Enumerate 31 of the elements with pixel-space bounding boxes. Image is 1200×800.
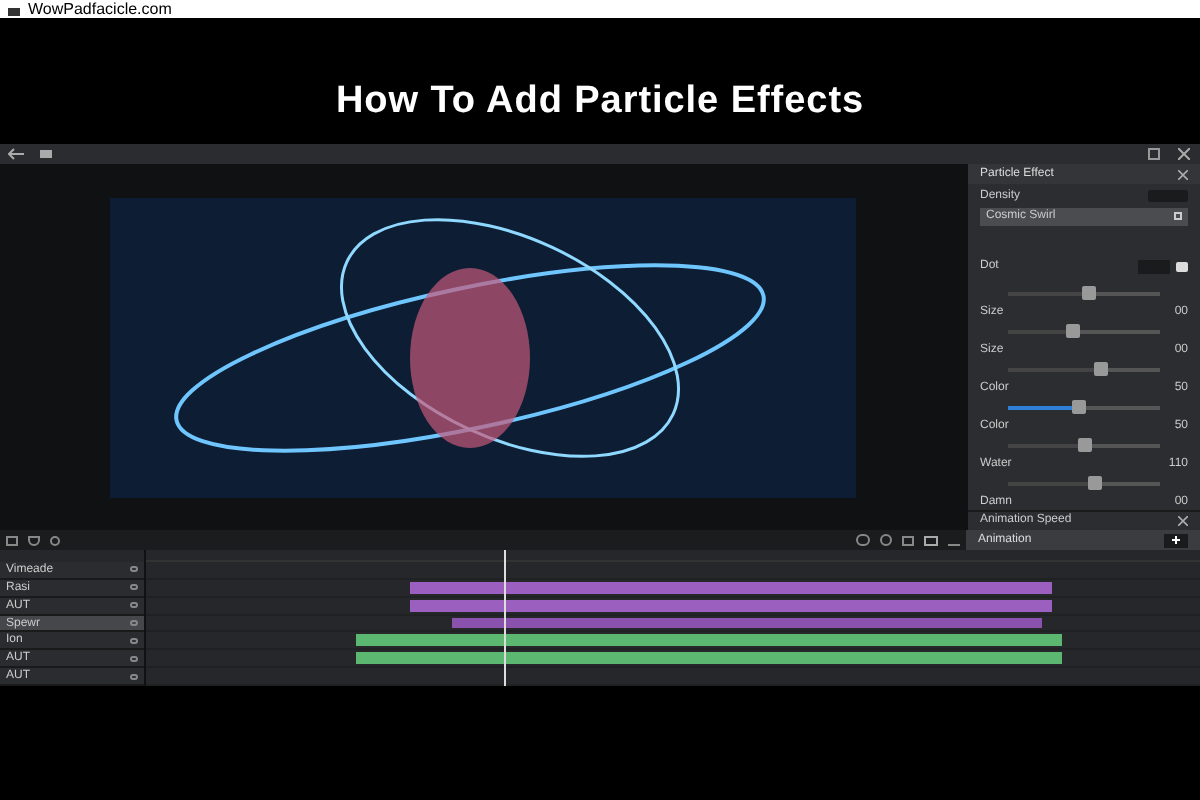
video-headline: How To Add Particle Effects [335, 78, 865, 127]
eye-icon[interactable] [130, 655, 138, 662]
plus-icon [1172, 536, 1180, 544]
back-arrow-icon[interactable] [8, 148, 24, 160]
add-button[interactable] [1164, 533, 1188, 547]
timeline-clip[interactable] [409, 599, 1053, 612]
slider-thumb[interactable] [1093, 361, 1108, 376]
slider-thumb[interactable] [1071, 399, 1086, 414]
timeline-clip[interactable] [356, 652, 1063, 665]
slider-thumb[interactable] [1088, 475, 1103, 490]
eye-icon[interactable] [130, 602, 138, 609]
eye-icon[interactable] [130, 584, 138, 591]
close-icon[interactable] [1178, 169, 1188, 180]
timeline-clip[interactable] [356, 634, 1063, 647]
eye-icon[interactable] [130, 637, 138, 644]
split-icon[interactable] [902, 535, 914, 545]
timeline-clip[interactable] [409, 581, 1053, 594]
address-text[interactable]: WowPadfacicle.com [28, 1, 172, 17]
screen-icon[interactable] [924, 535, 938, 545]
timeline-clip[interactable] [451, 617, 1042, 629]
frame-icon[interactable] [6, 535, 18, 545]
slider-thumb[interactable] [1078, 437, 1092, 452]
eye-icon[interactable] [130, 673, 138, 680]
window-icon[interactable] [1148, 148, 1160, 160]
close-icon[interactable] [1176, 146, 1192, 162]
eye-icon[interactable] [130, 566, 138, 573]
slider-thumb[interactable] [1082, 285, 1097, 300]
grid-icon [1174, 212, 1182, 221]
close-icon[interactable] [1178, 515, 1188, 526]
slider-thumb[interactable] [1065, 323, 1080, 338]
eye-icon[interactable] [130, 620, 138, 626]
